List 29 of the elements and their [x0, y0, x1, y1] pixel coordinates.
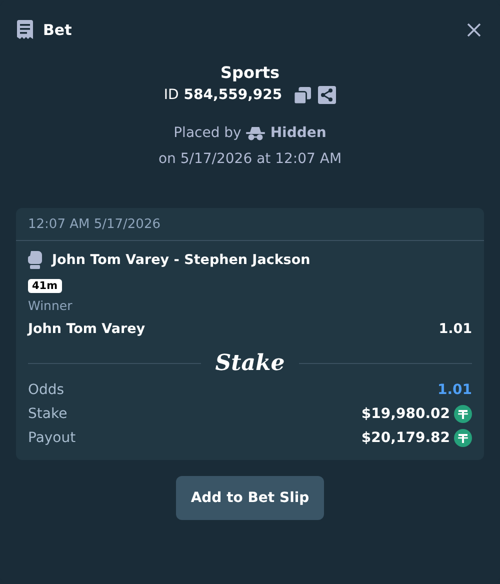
market-name: Winner	[28, 298, 74, 313]
total-label: Odds	[28, 382, 64, 398]
selection-name: John Tom Varey	[28, 321, 146, 337]
brand-logo: Stake	[215, 350, 285, 376]
event-name: John Tom Varey - Stephen Jackson	[52, 252, 310, 268]
placed-by-label: Placed by	[174, 125, 242, 141]
close-button[interactable]	[466, 22, 482, 38]
total-amount: $20,179.82	[361, 430, 450, 446]
live-time-badge: 41m	[28, 279, 62, 293]
tether-coin-icon	[454, 428, 472, 446]
boxing-glove-icon	[28, 251, 42, 269]
modal-title: Bet	[43, 21, 73, 39]
tether-coin-icon	[454, 404, 472, 422]
add-to-bet-slip-button[interactable]: Add to Bet Slip	[176, 476, 324, 520]
total-label: Payout	[28, 430, 76, 446]
username: Hidden	[270, 125, 326, 141]
bet-category: Sports	[220, 63, 280, 82]
copy-icon[interactable]	[294, 86, 312, 104]
selection-odds: 1.01	[438, 321, 472, 337]
placed-date: on 5/17/2026 at 12:07 AM	[158, 151, 342, 167]
total-odds: 1.01	[437, 382, 472, 398]
incognito-icon	[246, 126, 266, 140]
total-amount: $19,980.02	[361, 406, 450, 422]
share-icon[interactable]	[318, 86, 336, 104]
bet-timestamp: 12:07 AM 5/17/2026	[28, 217, 160, 232]
id-label: ID	[164, 87, 179, 103]
total-label: Stake	[28, 406, 68, 422]
receipt-icon	[16, 20, 34, 40]
bet-id: 584,559,925	[184, 87, 282, 103]
